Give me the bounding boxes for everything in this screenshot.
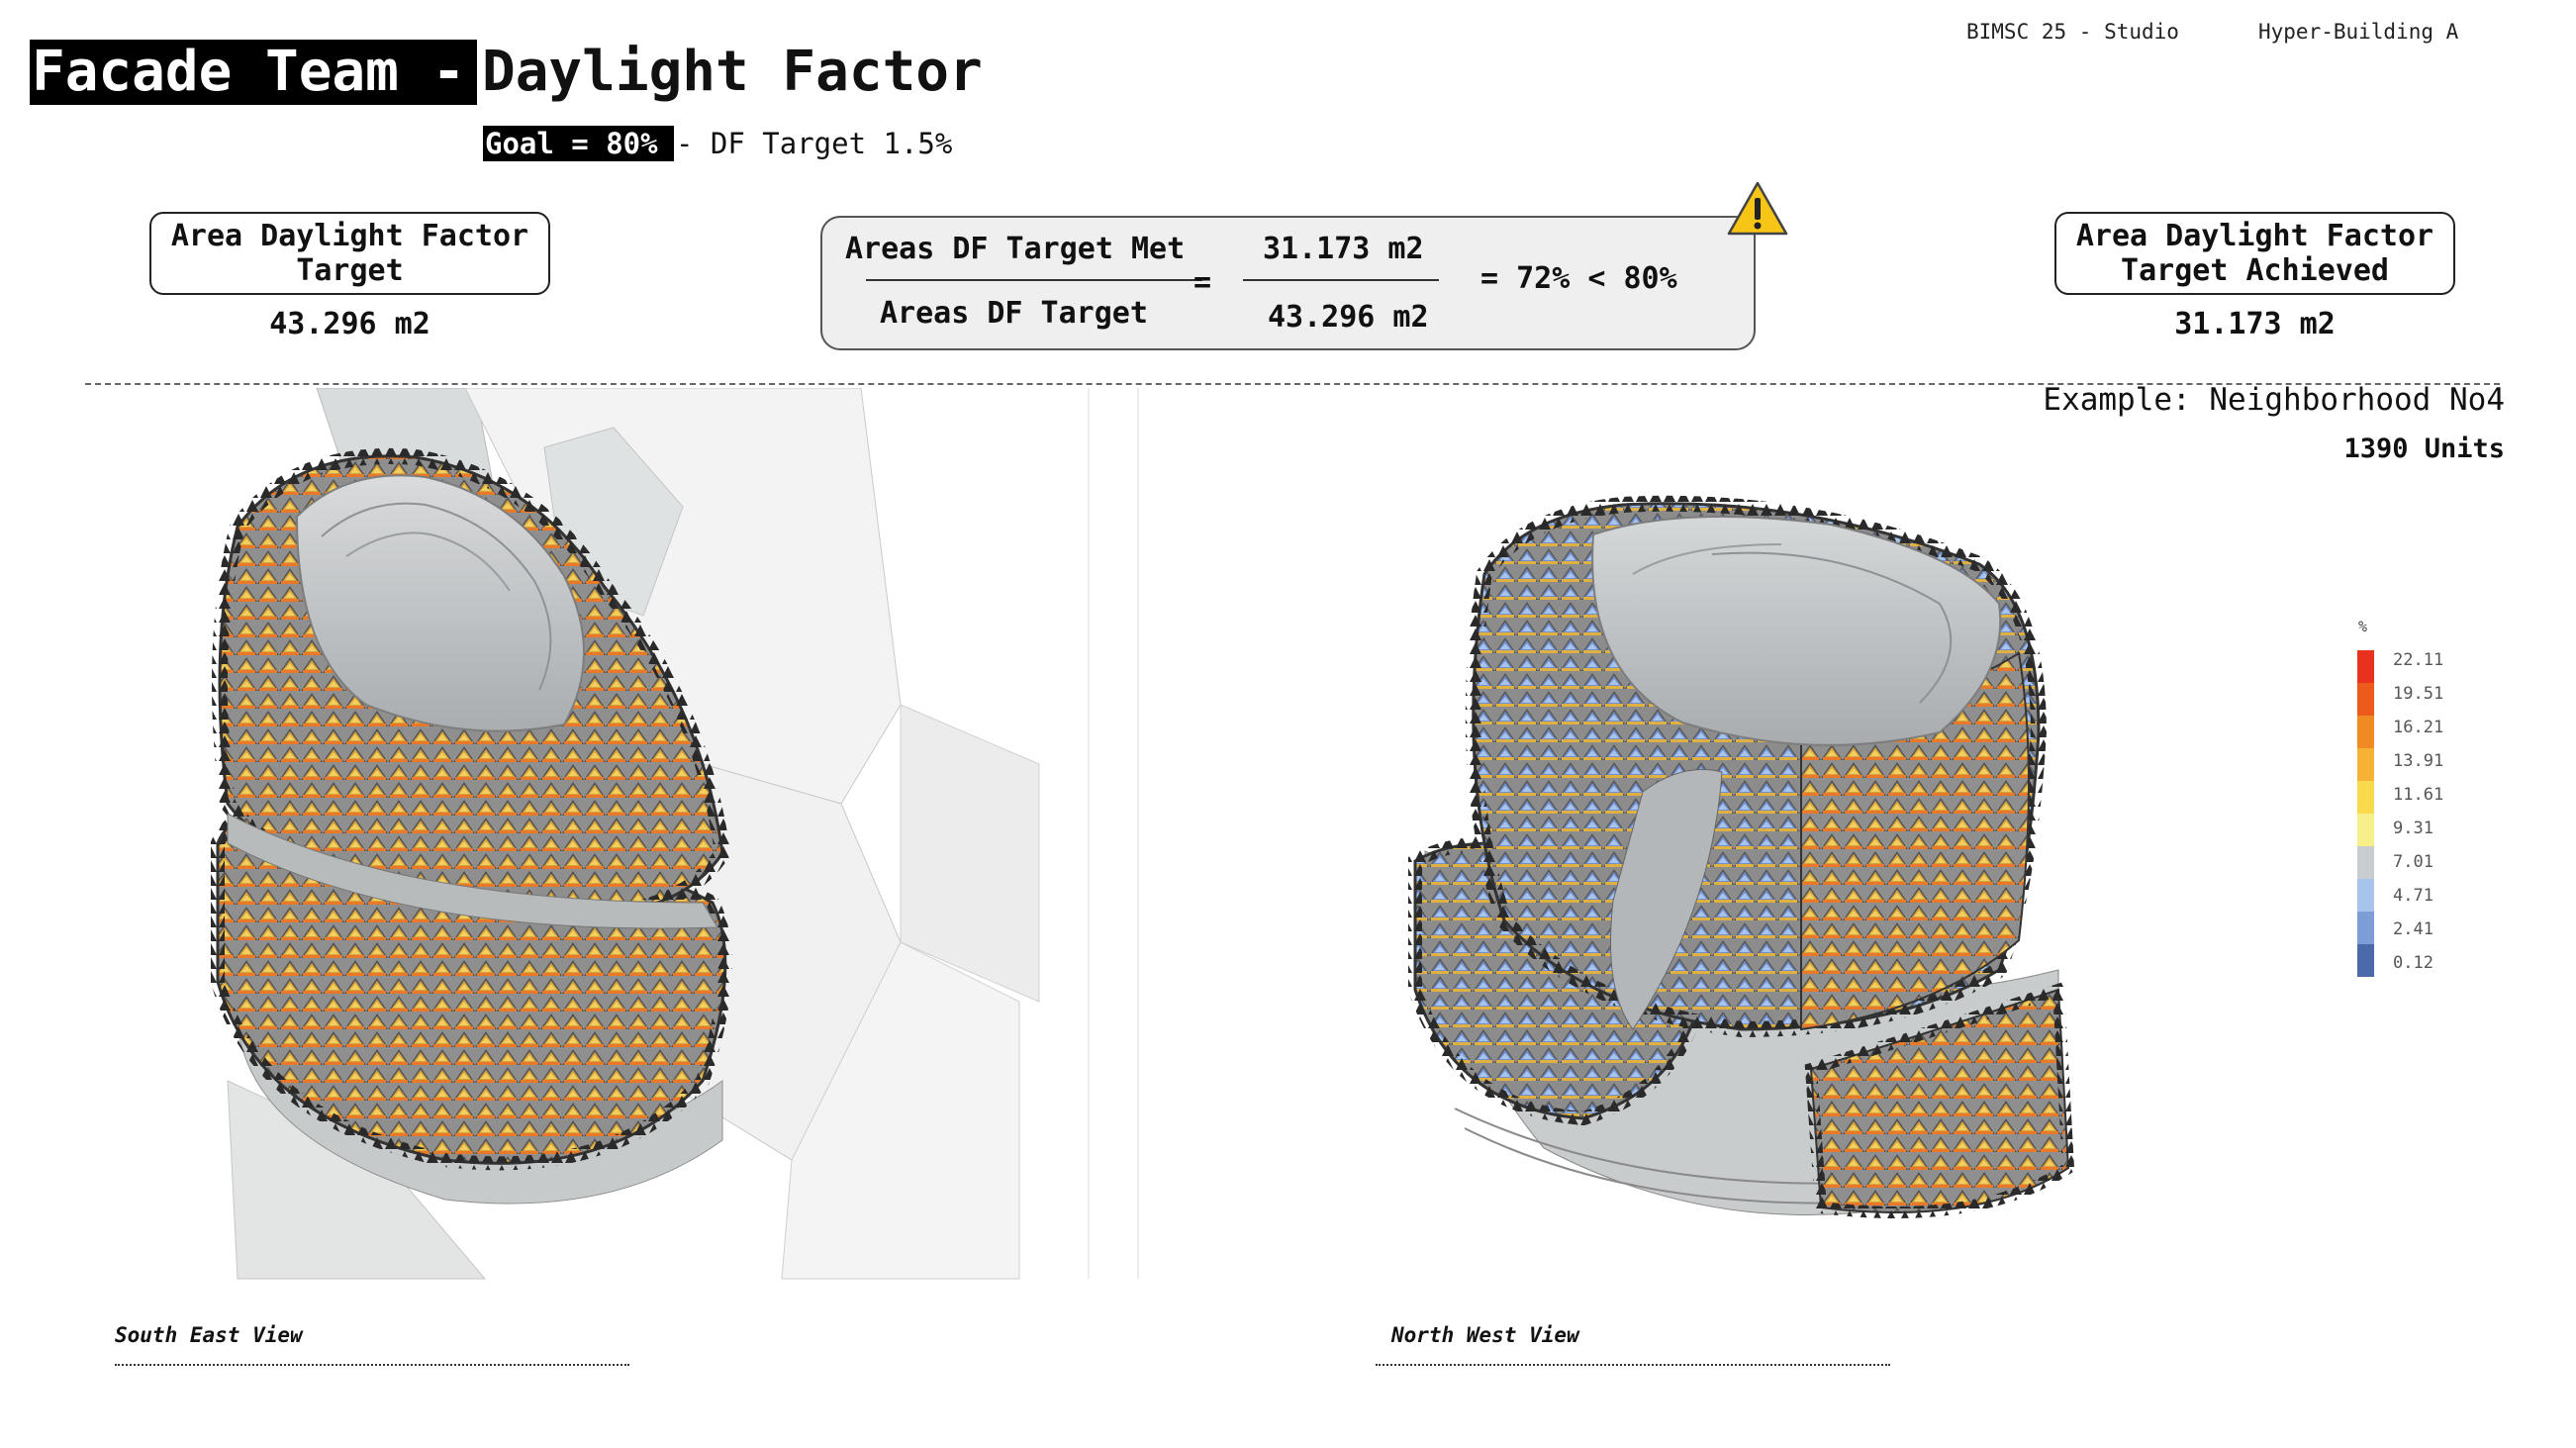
legend-swatch bbox=[2357, 879, 2374, 912]
legend-label: 19.51 bbox=[2393, 684, 2444, 704]
legend-label: 0.12 bbox=[2393, 953, 2433, 973]
legend-swatch bbox=[2357, 781, 2374, 814]
fraction-line bbox=[866, 279, 1202, 281]
legend-color-bar bbox=[2357, 650, 2374, 977]
page-title: Daylight Factor bbox=[482, 40, 983, 104]
numerator-value: 31.173 m2 bbox=[1263, 232, 1424, 266]
fraction-line bbox=[1243, 279, 1439, 281]
project-label: Hyper-Building A bbox=[2258, 20, 2459, 44]
legend-label: 7.01 bbox=[2393, 852, 2433, 872]
example-label: Example: Neighborhood No4 bbox=[2043, 382, 2505, 418]
legend-label: 4.71 bbox=[2393, 886, 2433, 906]
course-label: BIMSC 25 - Studio bbox=[1966, 20, 2179, 44]
result-text: = 72% < 80% bbox=[1480, 261, 1677, 296]
south-east-view-render bbox=[211, 388, 1139, 1280]
legend-label: 16.21 bbox=[2393, 718, 2444, 737]
legend-label: 13.91 bbox=[2393, 751, 2444, 771]
area-df-target-value: 43.296 m2 bbox=[269, 307, 430, 341]
area-df-achieved-box: Area Daylight Factor Target Achieved bbox=[2054, 212, 2455, 295]
legend-swatch bbox=[2357, 846, 2374, 879]
legend-swatch bbox=[2357, 748, 2374, 781]
view-label-underline bbox=[1376, 1364, 1890, 1366]
denominator-label: Areas DF Target bbox=[880, 296, 1148, 331]
legend-swatch bbox=[2357, 814, 2374, 846]
area-df-target-box: Area Daylight Factor Target bbox=[149, 212, 550, 295]
legend-label: 2.41 bbox=[2393, 919, 2433, 939]
legend-swatch bbox=[2357, 912, 2374, 944]
area-df-achieved-value: 31.173 m2 bbox=[2174, 307, 2336, 341]
legend-label: 11.61 bbox=[2393, 785, 2444, 805]
north-west-view-label: North West View bbox=[1391, 1323, 1579, 1347]
legend-unit: % bbox=[2358, 618, 2368, 635]
units-label: 1390 Units bbox=[2343, 434, 2505, 464]
legend-label: 22.11 bbox=[2393, 650, 2444, 670]
legend-swatch bbox=[2357, 650, 2374, 683]
south-east-view-label: South East View bbox=[115, 1323, 303, 1347]
equals-sign: = bbox=[1193, 265, 1212, 300]
box-title-line1: Area Daylight Factor bbox=[170, 219, 529, 253]
legend-swatch bbox=[2357, 716, 2374, 748]
box-title-line2: Target Achieved bbox=[2121, 253, 2389, 288]
goal-target-text: - DF Target 1.5% bbox=[676, 127, 953, 160]
warning-triangle-icon bbox=[1727, 181, 1788, 236]
title-team: Facade Team - bbox=[30, 40, 478, 105]
goal-badge: Goal = 80% bbox=[483, 126, 674, 161]
north-west-view-render bbox=[1408, 495, 2075, 1218]
calculation-box: Areas DF Target Met Areas DF Target = 31… bbox=[820, 216, 1756, 350]
view-label-underline bbox=[115, 1364, 629, 1366]
box-title-line2: Target bbox=[296, 253, 404, 288]
box-title-line1: Area Daylight Factor bbox=[2075, 219, 2434, 253]
numerator-label: Areas DF Target Met bbox=[845, 232, 1186, 266]
legend-swatch bbox=[2357, 683, 2374, 716]
legend-swatch bbox=[2357, 944, 2374, 977]
legend-label: 9.31 bbox=[2393, 819, 2433, 838]
denominator-value: 43.296 m2 bbox=[1268, 300, 1429, 335]
